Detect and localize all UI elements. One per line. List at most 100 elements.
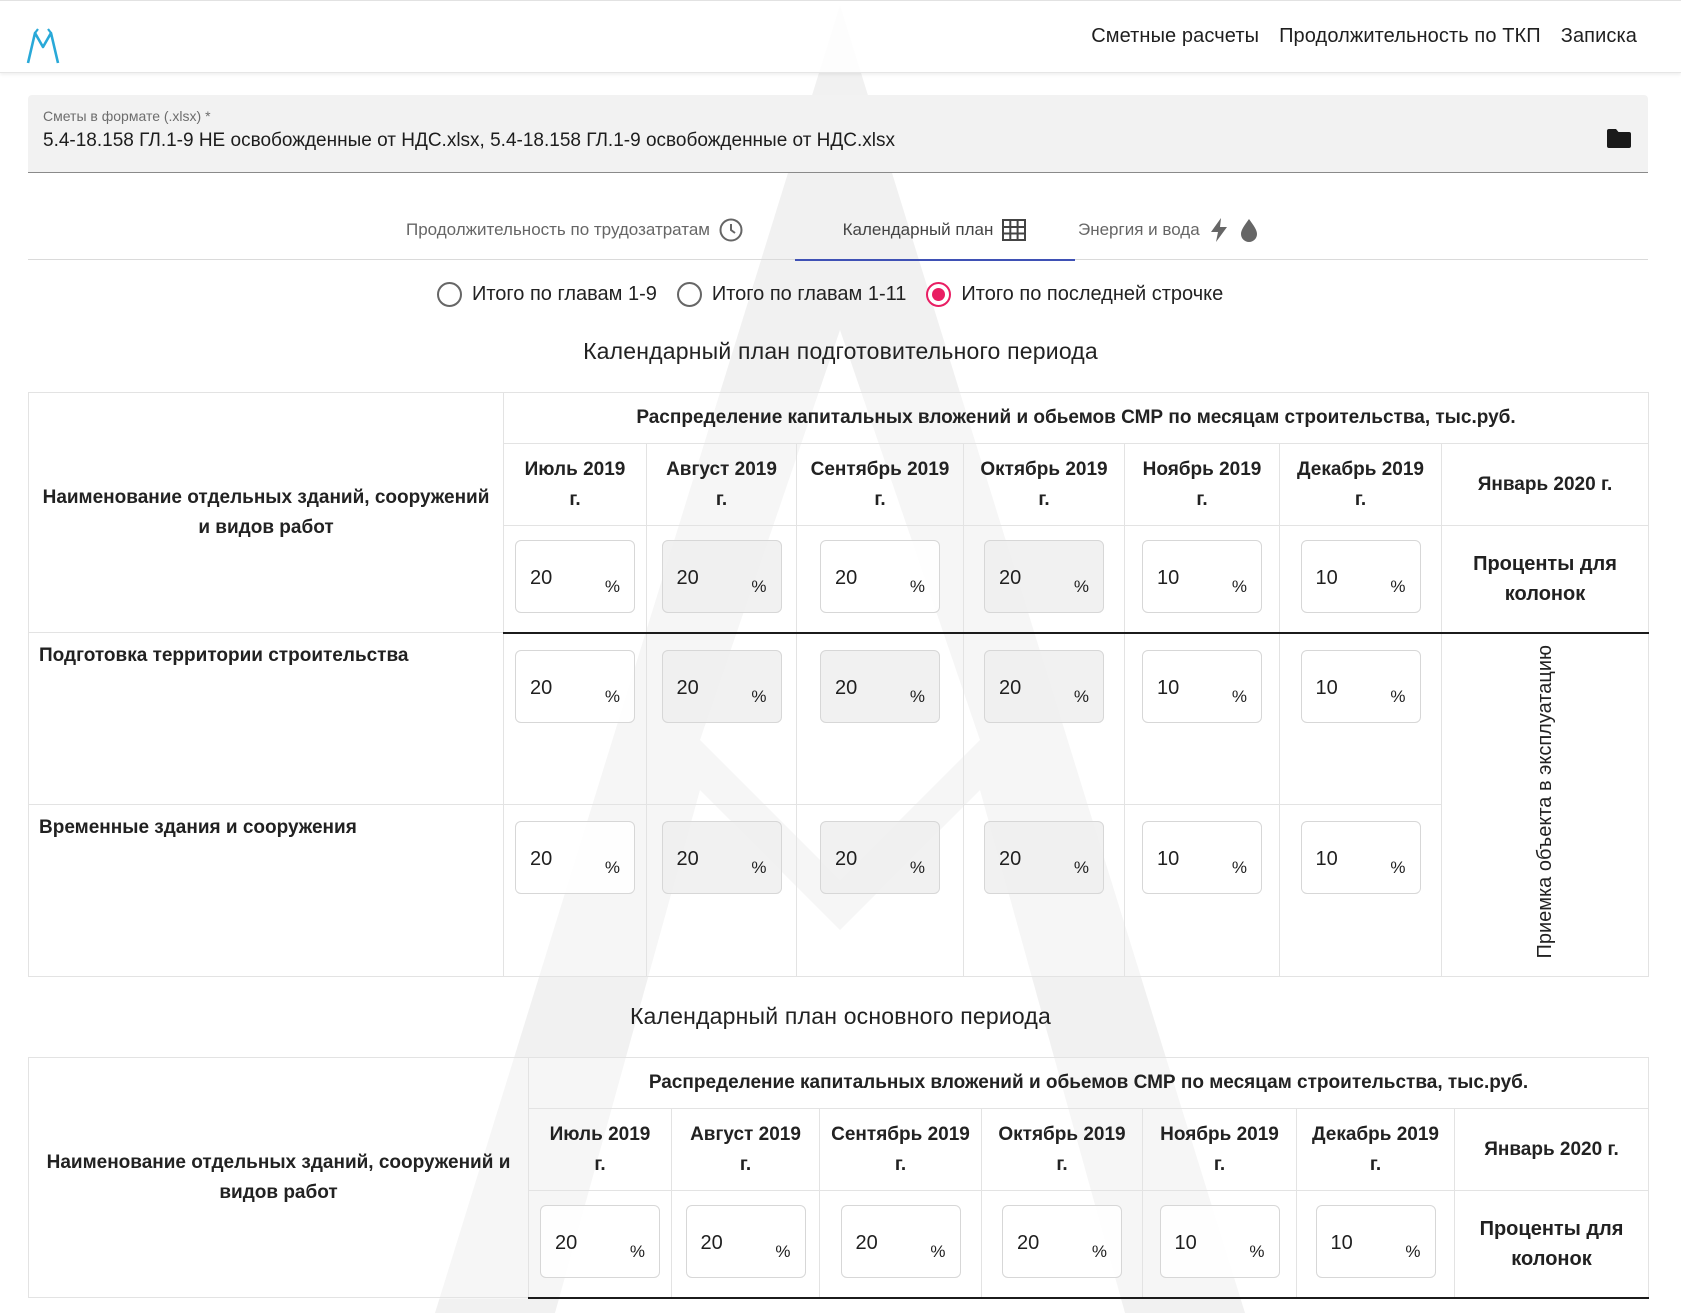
row-percent-input[interactable]: 10%: [1142, 649, 1262, 723]
column-percent-cell: 20%: [646, 525, 797, 634]
radio-circle[interactable]: [437, 282, 462, 307]
nav-estimates-link[interactable]: Сметные расчеты: [1091, 25, 1259, 48]
row-percent-cell: 20%: [503, 804, 647, 977]
month-header: Август 2019 г.: [646, 443, 797, 526]
radio-circle[interactable]: [676, 282, 702, 307]
column-percent-input[interactable]: 20%: [820, 539, 940, 613]
tab-label: Календарный план: [842, 220, 994, 239]
column-percent-cell: 10%: [1296, 1190, 1455, 1299]
app-logo-icon[interactable]: [26, 27, 60, 65]
column-percent-cell: 20%: [981, 1190, 1143, 1299]
water-drop-icon: [1240, 219, 1257, 242]
row-percent-input[interactable]: 10%: [1300, 649, 1421, 723]
name-column-header: Наименование отдельных зданий, сооружени…: [28, 392, 504, 633]
file-input-value[interactable]: 5.4-18.158 ГЛ.1-9 НЕ освобожденные от НД…: [43, 130, 895, 152]
main-period-title: Календарный план основного периода: [629, 1003, 1052, 1029]
row-percent-input[interactable]: 20%: [661, 649, 782, 723]
clock-icon: [719, 218, 743, 242]
row-percent-cell: 20%: [646, 804, 797, 977]
column-percents-label: Проценты для колонок: [1440, 525, 1650, 634]
top-navbar: Сметные расчеты Продолжительность по ТКП…: [0, 0, 1681, 73]
estimates-file-input[interactable]: Сметы в формате (.xlsx) * 5.4-18.158 ГЛ.…: [28, 95, 1648, 173]
row-percent-input[interactable]: 20%: [661, 821, 782, 894]
nav-note-link[interactable]: Записка: [1561, 25, 1637, 48]
month-header: Сентябрь 2019 г.: [819, 1108, 982, 1191]
nav-tkp-duration-link[interactable]: Продолжительность по ТКП: [1279, 25, 1541, 48]
main-nav: Сметные расчеты Продолжительность по ТКП…: [1091, 25, 1637, 48]
column-percent-cell: 10%: [1142, 1190, 1297, 1299]
column-percents-label: Проценты для колонок: [1453, 1190, 1650, 1299]
row-percent-cell: 20%: [646, 632, 797, 805]
row-percent-input[interactable]: 20%: [820, 821, 940, 894]
radio-chapters-1-9[interactable]: Итого по главам 1-9: [437, 282, 657, 307]
grid-icon: [1002, 219, 1027, 241]
row-percent-input[interactable]: 20%: [984, 821, 1104, 894]
column-percent-cell: 20%: [671, 1190, 820, 1299]
column-percent-input[interactable]: 20%: [685, 1204, 806, 1278]
month-header: Октябрь 2019 г.: [981, 1108, 1143, 1191]
radio-circle-checked[interactable]: [926, 282, 952, 307]
column-percent-cell: 20%: [819, 1190, 982, 1299]
row-percent-input[interactable]: 10%: [1142, 821, 1262, 894]
tab-energy-water[interactable]: Энергия и вода: [1078, 200, 1260, 260]
column-percent-input[interactable]: 20%: [984, 539, 1104, 613]
column-percent-input[interactable]: 20%: [661, 539, 782, 613]
column-percent-input[interactable]: 10%: [1315, 1204, 1436, 1278]
column-percent-input[interactable]: 20%: [840, 1204, 961, 1278]
totals-radio-group: Итого по главам 1-9 Итого по главам 1-11…: [437, 282, 1243, 307]
column-percent-cell: 20%: [503, 525, 647, 634]
month-header-last: Январь 2020 г.: [1453, 1108, 1650, 1191]
column-percent-input[interactable]: 20%: [515, 539, 635, 613]
distribution-header: Распределение капитальных вложений и обь…: [502, 392, 1650, 444]
month-header: Сентябрь 2019 г.: [796, 443, 964, 526]
tab-label: Продолжительность по трудозатратам: [406, 220, 710, 239]
row-percent-input[interactable]: 20%: [515, 821, 635, 894]
row-percent-cell: 20%: [796, 632, 964, 805]
tab-labor-duration[interactable]: Продолжительность по трудозатратам: [406, 200, 744, 260]
column-percent-input[interactable]: 20%: [540, 1204, 660, 1278]
column-percent-cell: 10%: [1124, 525, 1280, 634]
row-percent-cell: 10%: [1279, 804, 1442, 977]
column-percent-input[interactable]: 20%: [1002, 1204, 1122, 1278]
month-header: Декабрь 2019 г.: [1296, 1108, 1455, 1191]
prep-calendar-table: Наименование отдельных зданий, сооружени…: [28, 392, 1650, 977]
column-percent-input[interactable]: 10%: [1159, 1204, 1280, 1278]
file-input-label: Сметы в формате (.xlsx) *: [43, 108, 211, 124]
column-percent-cell: 20%: [963, 525, 1125, 634]
radio-last-line[interactable]: Итого по последней строчке: [926, 282, 1223, 307]
row-percent-cell: 10%: [1124, 632, 1280, 805]
column-percent-cell: 10%: [1279, 525, 1442, 634]
column-percent-input[interactable]: 10%: [1300, 539, 1421, 613]
tab-calendar-plan[interactable]: Календарный план: [795, 200, 1075, 261]
month-header: Июль 2019 г.: [528, 1108, 672, 1191]
month-header: Август 2019 г.: [671, 1108, 820, 1191]
row-percent-input[interactable]: 20%: [515, 649, 635, 723]
active-tab-indicator: [795, 259, 1075, 261]
distribution-header: Распределение капитальных вложений и обь…: [527, 1057, 1650, 1109]
month-header: Ноябрь 2019 г.: [1124, 443, 1280, 526]
row-percent-input[interactable]: 20%: [984, 649, 1104, 723]
folder-icon[interactable]: [1606, 128, 1632, 149]
row-percent-cell: 20%: [503, 632, 647, 805]
row-percent-cell: 20%: [963, 804, 1125, 977]
column-percent-input[interactable]: 10%: [1142, 539, 1262, 613]
tab-label: Энергия и вода: [1078, 220, 1200, 239]
row-percent-cell: 20%: [963, 632, 1125, 805]
column-percent-cell: 20%: [528, 1190, 672, 1299]
month-header: Октябрь 2019 г.: [963, 443, 1125, 526]
row-name: Временные здания и сооружения: [28, 804, 504, 977]
table-row: Подготовка территории строительства 20% …: [28, 632, 1650, 977]
table-row: Временные здания и сооружения 20% 20% 20…: [28, 804, 1649, 977]
radio-chapters-1-11[interactable]: Итого по главам 1-11: [676, 282, 906, 307]
month-header-last: Январь 2020 г.: [1440, 443, 1650, 526]
acceptance-text: Приемка объекта в эксплуатацию: [1533, 645, 1556, 960]
row-percent-input[interactable]: 10%: [1300, 821, 1421, 894]
month-header: Июль 2019 г.: [503, 443, 647, 526]
tab-bar: Продолжительность по трудозатратам Кален…: [28, 200, 1648, 261]
row-percent-cell: 20%: [796, 804, 964, 977]
row-percent-cell: 10%: [1279, 632, 1442, 805]
bolt-icon: [1210, 218, 1227, 242]
name-column-header: Наименование отдельных зданий, сооружени…: [28, 1057, 529, 1298]
main-calendar-table: Наименование отдельных зданий, сооружени…: [28, 1057, 1650, 1299]
row-percent-input[interactable]: 20%: [820, 649, 940, 723]
